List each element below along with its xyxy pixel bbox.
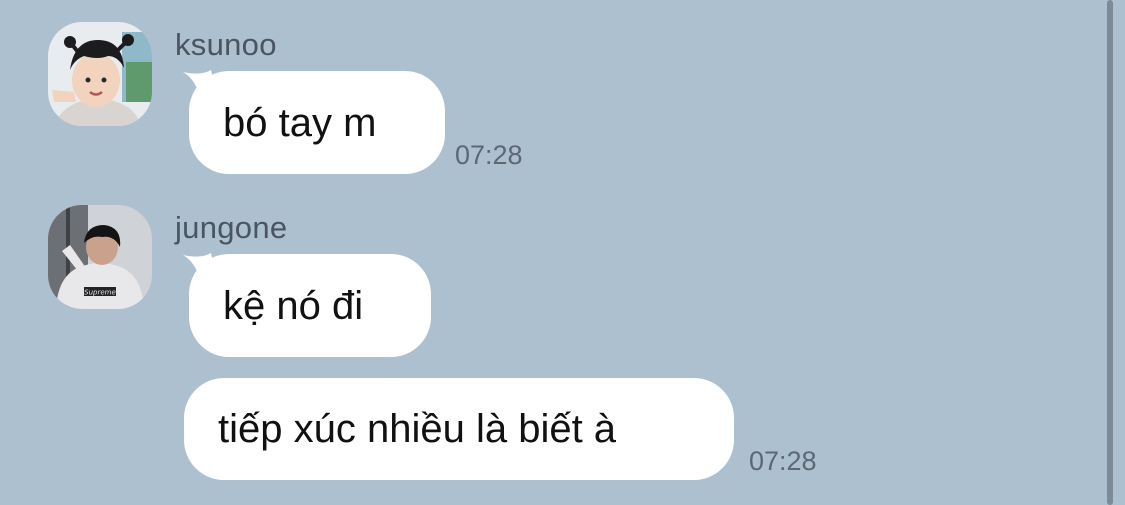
message-bubble[interactable]: tiếp xúc nhiều là biết à	[184, 378, 734, 480]
sender-name: jungone	[175, 210, 288, 245]
avatar-ksunoo[interactable]	[48, 22, 152, 126]
sender-name: ksunoo	[175, 27, 277, 62]
hoodie-photo-icon: Supreme	[48, 205, 152, 309]
avatar-jungone[interactable]: Supreme	[48, 205, 152, 309]
message-text: kệ nó đi	[223, 283, 364, 328]
message-text: tiếp xúc nhiều là biết à	[218, 407, 617, 451]
message-timestamp: 07:28	[749, 446, 817, 476]
child-photo-icon	[48, 22, 152, 126]
message-bubble[interactable]: bó tay m	[189, 71, 445, 174]
message-bubble[interactable]: kệ nó đi	[189, 254, 431, 357]
message-text: bó tay m	[223, 100, 377, 145]
svg-text:Supreme: Supreme	[84, 289, 116, 297]
scrollbar[interactable]	[1107, 0, 1113, 505]
message-timestamp: 07:28	[455, 140, 523, 170]
